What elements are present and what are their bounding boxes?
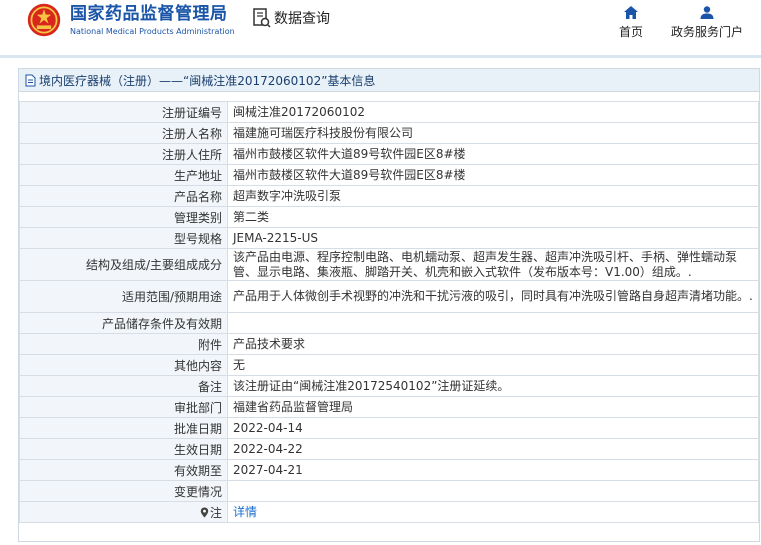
table-row: 变更情况 bbox=[19, 480, 759, 502]
row-value-note: 详情 bbox=[227, 501, 759, 523]
pin-icon bbox=[200, 507, 209, 517]
row-label: 产品储存条件及有效期 bbox=[19, 312, 228, 334]
row-label: 结构及组成/主要组成成分 bbox=[19, 248, 228, 281]
row-value: 2027-04-21 bbox=[227, 459, 759, 481]
row-label: 适用范围/预期用途 bbox=[19, 280, 228, 313]
home-icon bbox=[624, 6, 638, 19]
nav-home[interactable]: 首页 bbox=[617, 6, 645, 40]
table-row: 附件 产品技术要求 bbox=[19, 333, 759, 355]
row-value: 福州市鼓楼区软件大道89号软件园E区8#楼 bbox=[227, 143, 759, 165]
logo-title-cn: 国家药品监督管理局 bbox=[70, 4, 228, 24]
row-label: 生产地址 bbox=[19, 164, 228, 186]
table-row: 适用范围/预期用途 产品用于人体微创手术视野的冲洗和干扰污液的吸引，同时具有冲洗吸… bbox=[19, 280, 759, 313]
data-query-icon bbox=[253, 8, 271, 28]
detail-panel: 境内医疗器械（注册）——“闽械注准20172060102”基本信息 注册证编号闽… bbox=[18, 68, 760, 542]
table-row: 生效日期 2022-04-22 bbox=[19, 438, 759, 460]
logo-title-en: National Medical Products Administration bbox=[70, 27, 235, 36]
row-value: 产品技术要求 bbox=[227, 333, 759, 355]
row-value: 该产品由电源、程序控制电路、电机蠕动泵、超声发生器、超声冲洗吸引杆、手柄、弹性蠕… bbox=[227, 248, 759, 281]
row-value: 无 bbox=[227, 354, 759, 376]
registration-detail-table: 注册证编号 闽械注准20172060102 注册人名称 福建施可瑞医疗科技股份有限公… bbox=[19, 101, 759, 523]
site-logo[interactable]: 国家药品监督管理局 National Medical Products Admi… bbox=[26, 2, 235, 38]
row-value: 2022-04-14 bbox=[227, 417, 759, 439]
table-row: 结构及组成/主要组成成分 该产品由电源、程序控制电路、电机蠕动泵、超声发生器、超声… bbox=[19, 248, 759, 281]
row-value: 该注册证由“闽械注准20172540102”注册证延续。 bbox=[227, 375, 759, 397]
table-row: 备注 该注册证由“闽械注准20172540102”注册证延续。 bbox=[19, 375, 759, 397]
row-value: 2022-04-22 bbox=[227, 438, 759, 460]
note-label: 注 bbox=[209, 505, 222, 520]
row-label: 备注 bbox=[19, 375, 228, 397]
document-icon bbox=[25, 74, 36, 86]
data-query-title: 数据查询 bbox=[253, 8, 330, 28]
row-label: 注册人住所 bbox=[19, 143, 228, 165]
table-row: 产品名称 超声数字冲洗吸引泵 bbox=[19, 185, 759, 207]
row-label: 有效期至 bbox=[19, 459, 228, 481]
table-row: 其他内容无 bbox=[19, 354, 759, 376]
row-value bbox=[227, 312, 759, 334]
data-query-label: 数据查询 bbox=[274, 11, 330, 27]
row-value bbox=[227, 480, 759, 502]
national-emblem-icon bbox=[27, 3, 61, 37]
table-row: 管理类别 第二类 bbox=[19, 206, 759, 228]
row-value: 产品用于人体微创手术视野的冲洗和干扰污液的吸引，同时具有冲洗吸引管路自身超声清堵… bbox=[227, 280, 759, 313]
panel-title-text: 境内医疗器械（注册）——“闽械注准20172060102”基本信息 bbox=[39, 73, 376, 88]
row-label: 注册证编号 bbox=[19, 101, 228, 123]
row-value: 超声数字冲洗吸引泵 bbox=[227, 185, 759, 207]
row-label: 审批部门 bbox=[19, 396, 228, 418]
row-label: 管理类别 bbox=[19, 206, 228, 228]
details-link[interactable]: 详情 bbox=[233, 505, 257, 519]
table-row: 注册证编号 闽械注准20172060102 bbox=[19, 101, 759, 123]
row-label: 变更情况 bbox=[19, 480, 228, 502]
row-value: JEMA-2215-US bbox=[227, 227, 759, 249]
row-label: 型号规格 bbox=[19, 227, 228, 249]
nav-portal-label: 政务服务门户 bbox=[670, 25, 743, 39]
row-label: 其他内容 bbox=[19, 354, 228, 376]
table-row: 型号规格 JEMA-2215-US bbox=[19, 227, 759, 249]
row-value: 第二类 bbox=[227, 206, 759, 228]
panel-title: 境内医疗器械（注册）——“闽械注准20172060102”基本信息 bbox=[19, 69, 759, 92]
row-label: 注册人名称 bbox=[19, 122, 228, 144]
table-row: 生产地址 福州市鼓楼区软件大道89号软件园E区8#楼 bbox=[19, 164, 759, 186]
row-value: 闽械注准20172060102 bbox=[227, 101, 759, 123]
user-icon bbox=[700, 6, 714, 19]
row-label: 生效日期 bbox=[19, 438, 228, 460]
row-value: 福建省药品监督管理局 bbox=[227, 396, 759, 418]
table-row: 产品储存条件及有效期 bbox=[19, 312, 759, 334]
table-row: 批准日期 2022-04-14 bbox=[19, 417, 759, 439]
table-row: 注册人住所 福州市鼓楼区软件大道89号软件园E区8#楼 bbox=[19, 143, 759, 165]
table-row: 注册人名称 福建施可瑞医疗科技股份有限公司 bbox=[19, 122, 759, 144]
nav-service-portal[interactable]: 政务服务门户 bbox=[669, 6, 745, 40]
row-value: 福建施可瑞医疗科技股份有限公司 bbox=[227, 122, 759, 144]
row-value: 福州市鼓楼区软件大道89号软件园E区8#楼 bbox=[227, 164, 759, 186]
row-label: 产品名称 bbox=[19, 185, 228, 207]
row-label: 批准日期 bbox=[19, 417, 228, 439]
table-row: 审批部门 福建省药品监督管理局 bbox=[19, 396, 759, 418]
table-row: 注 详情 bbox=[19, 501, 759, 523]
table-row: 有效期至 2027-04-21 bbox=[19, 459, 759, 481]
nav-home-label: 首页 bbox=[618, 25, 643, 39]
row-label-note: 注 bbox=[19, 501, 228, 523]
site-header: 国家药品监督管理局 National Medical Products Admi… bbox=[0, 0, 761, 58]
row-label: 附件 bbox=[19, 333, 228, 355]
